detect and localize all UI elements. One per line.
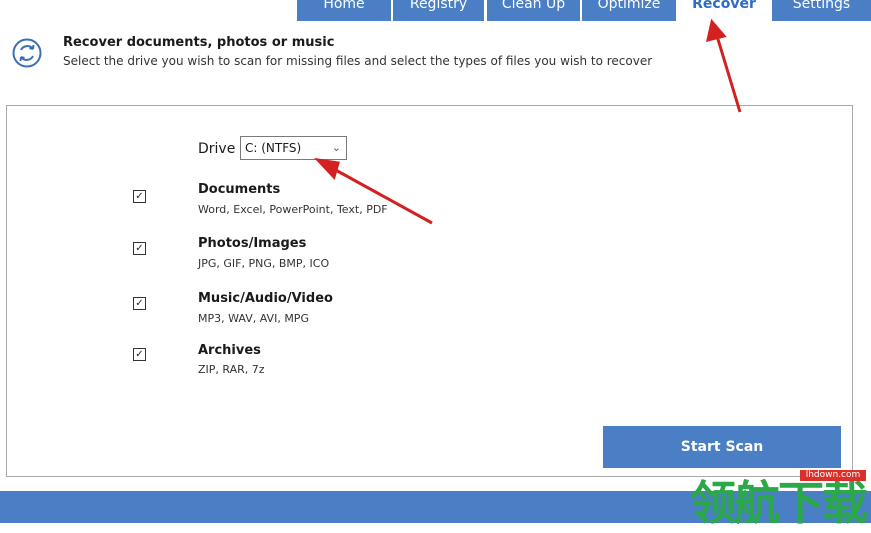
photos-title: Photos/Images [198, 236, 307, 251]
archives-desc: ZIP, RAR, 7z [198, 363, 265, 376]
documents-title: Documents [198, 182, 281, 197]
music-title: Music/Audio/Video [198, 291, 333, 306]
chevron-down-icon: ⌄ [331, 141, 341, 154]
tab-home-label: Home [323, 0, 365, 12]
music-checkbox[interactable]: ✓ [133, 297, 146, 310]
start-scan-button[interactable]: Start Scan [603, 426, 841, 468]
arrow-to-recover-tab-head [706, 18, 727, 43]
recover-cycle-icon [12, 38, 42, 68]
documents-desc: Word, Excel, PowerPoint, Text, PDF [198, 203, 388, 216]
tab-registry-label: Registry [409, 0, 468, 12]
page-subtitle: Select the drive you wish to scan for mi… [63, 54, 653, 68]
tab-clean-up[interactable]: Clean Up [487, 0, 580, 21]
main-tab-bar: Home Registry Clean Up Optimize Recover … [0, 0, 871, 22]
photos-checkbox[interactable]: ✓ [133, 242, 146, 255]
drive-select-value: C: (NTFS) [245, 141, 302, 155]
tab-home[interactable]: Home [297, 0, 391, 21]
drive-label: Drive [198, 141, 236, 157]
archives-checkbox[interactable]: ✓ [133, 348, 146, 361]
tab-settings-label: Settings [792, 0, 851, 12]
tab-recover-label: Recover [692, 0, 756, 12]
tab-settings[interactable]: Settings [772, 0, 871, 21]
tab-recover[interactable]: Recover [678, 0, 770, 21]
recover-options-panel [6, 105, 853, 477]
page-title: Recover documents, photos or music [63, 35, 335, 50]
drive-select[interactable]: C: (NTFS) ⌄ [240, 136, 347, 160]
documents-checkbox[interactable]: ✓ [133, 190, 146, 203]
watermark-domain: lhdown.com [800, 470, 866, 481]
photos-desc: JPG, GIF, PNG, BMP, ICO [198, 257, 330, 270]
tab-registry[interactable]: Registry [393, 0, 484, 21]
tab-clean-up-label: Clean Up [501, 0, 566, 12]
tab-optimize-label: Optimize [597, 0, 661, 12]
tab-optimize[interactable]: Optimize [582, 0, 676, 21]
archives-title: Archives [198, 343, 261, 358]
arrow-to-recover-tab [715, 35, 742, 113]
music-desc: MP3, WAV, AVI, MPG [198, 312, 309, 325]
